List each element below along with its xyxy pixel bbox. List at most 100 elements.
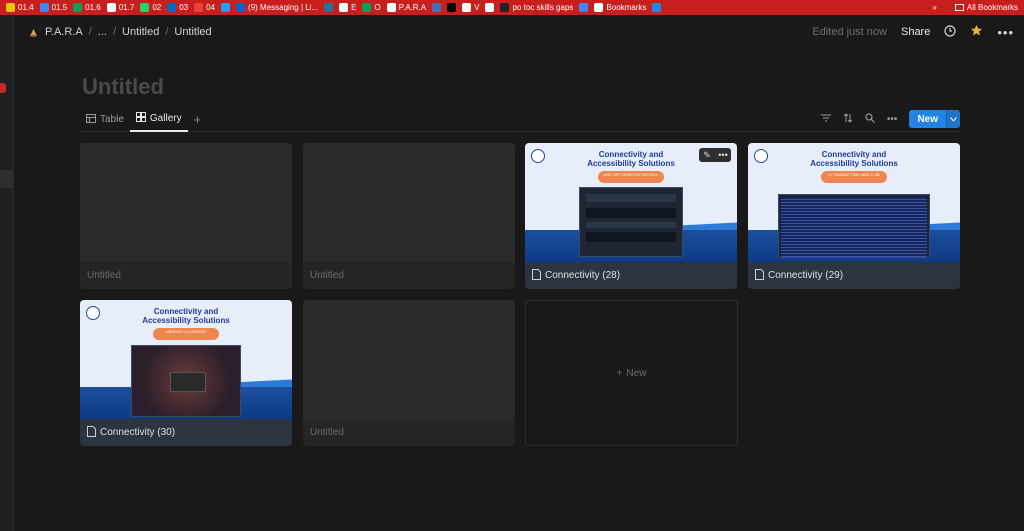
bookmark-item[interactable] xyxy=(652,3,662,12)
card-cover-empty xyxy=(303,143,515,262)
card-cover-empty xyxy=(303,300,515,419)
bookmark-item[interactable] xyxy=(221,3,231,12)
new-card-button[interactable]: + New xyxy=(525,300,738,446)
page-topbar: P.A.R.A / ... / Untitled / Untitled Edit… xyxy=(14,15,1024,49)
bookmark-item[interactable] xyxy=(432,3,442,12)
all-bookmarks-button[interactable]: All Bookmarks xyxy=(954,3,1018,12)
bookmarks-bar: 01.4 01.5 01.6 01.7 02 03 04 (9) Messaging | Li… xyxy=(0,0,1024,15)
view-tools: ••• New xyxy=(820,108,960,130)
bookmark-item[interactable]: 01.6 xyxy=(73,3,101,12)
edit-pencil-icon[interactable]: ✎ xyxy=(699,148,715,162)
bookmark-favicon-icon xyxy=(236,3,246,12)
breadcrumb: P.A.R.A / ... / Untitled / Untitled xyxy=(28,26,212,38)
gallery-card[interactable]: Untitled xyxy=(303,143,515,289)
card-caption: Connectivity (30) xyxy=(80,419,292,446)
card-caption: Connectivity (28) xyxy=(525,262,737,289)
bookmark-favicon-icon xyxy=(594,3,604,12)
tab-table[interactable]: Table xyxy=(80,108,130,132)
sort-icon[interactable] xyxy=(843,112,853,126)
bookmark-item[interactable]: 01.4 xyxy=(6,3,34,12)
page-icon xyxy=(532,268,541,283)
bookmark-item[interactable]: 01.5 xyxy=(39,3,67,12)
bookmark-item[interactable] xyxy=(447,3,457,12)
bookmark-favicon-icon xyxy=(432,3,442,12)
breadcrumb-workspace[interactable]: P.A.R.A xyxy=(45,26,83,38)
add-view-icon[interactable]: + xyxy=(188,112,208,127)
card-hover-tools: ✎ ••• xyxy=(699,148,731,162)
cover-screenshot xyxy=(579,187,683,257)
gallery-card[interactable]: Untitled xyxy=(80,143,292,289)
bookmark-favicon-icon xyxy=(6,3,15,12)
bookmark-item[interactable]: O xyxy=(362,3,381,12)
bookmark-item[interactable]: po toc skills gaps xyxy=(500,3,573,12)
bookmark-item[interactable]: 01.7 xyxy=(106,3,134,12)
filter-icon[interactable] xyxy=(820,114,831,125)
bookmark-favicon-icon xyxy=(73,3,83,12)
bookmark-favicon-icon xyxy=(39,3,49,12)
bookmark-favicon-icon xyxy=(339,3,349,12)
gallery-icon xyxy=(135,112,146,125)
bookmark-item[interactable]: 04 xyxy=(194,3,215,12)
sidebar-rail[interactable] xyxy=(0,15,14,531)
edited-status: Edited just now xyxy=(812,26,887,38)
bookmark-favicon-icon xyxy=(167,3,177,12)
bookmarks-right: » All Bookmarks xyxy=(932,0,1018,15)
topbar-actions: Edited just now Share ••• xyxy=(812,15,1014,49)
gallery-card[interactable]: Connectivity and Accessibility Solutions… xyxy=(525,143,737,289)
tab-gallery[interactable]: Gallery xyxy=(129,108,188,132)
cover-terminal-screenshot xyxy=(778,194,930,258)
bookmark-item[interactable]: 02 xyxy=(140,3,161,12)
view-more-icon[interactable]: ••• xyxy=(887,114,898,125)
card-caption: Connectivity (29) xyxy=(748,262,960,289)
breadcrumb-untitled-2[interactable]: Untitled xyxy=(174,26,211,38)
bookmark-item[interactable]: 03 xyxy=(167,3,188,12)
more-options-icon[interactable]: ••• xyxy=(997,25,1014,40)
bookmark-favicon-icon xyxy=(324,3,334,12)
gallery-card[interactable]: Connectivity and Accessibility Solutions… xyxy=(748,143,960,289)
bookmark-item[interactable]: E xyxy=(339,3,356,12)
bookmark-item[interactable] xyxy=(324,3,334,12)
bookmark-item[interactable] xyxy=(485,3,495,12)
cover-heading: Connectivity and Accessibility Solutions xyxy=(142,307,230,325)
sidebar-selected-item[interactable] xyxy=(0,170,13,188)
new-button[interactable]: New xyxy=(909,110,960,128)
page-icon xyxy=(755,268,764,283)
card-title: Connectivity (29) xyxy=(768,270,844,281)
bookmark-item[interactable] xyxy=(579,3,589,12)
page-icon xyxy=(87,425,96,440)
card-cover-image: Connectivity and Accessibility Solutions… xyxy=(80,300,292,419)
gallery-card[interactable]: Untitled xyxy=(303,300,515,446)
bookmark-favicon-icon xyxy=(500,3,510,12)
card-title: Untitled xyxy=(303,419,515,446)
bookmark-item[interactable]: Bookmarks xyxy=(594,3,646,12)
chevron-down-icon[interactable] xyxy=(946,110,960,128)
share-button[interactable]: Share xyxy=(901,26,930,38)
cover-pill: LI TOMASZ TIME AMD D 3B xyxy=(821,171,887,183)
bookmark-item[interactable]: V xyxy=(462,3,479,12)
bookmark-favicon-icon xyxy=(447,3,457,12)
card-more-icon[interactable]: ••• xyxy=(715,148,731,162)
card-title: Untitled xyxy=(80,262,292,289)
bookmark-favicon-icon xyxy=(362,3,372,12)
cover-pill: ASK GPT DESKTOP INSTALL xyxy=(598,171,664,183)
table-icon xyxy=(86,113,96,126)
breadcrumb-ellipsis[interactable]: ... xyxy=(98,26,107,38)
bookmark-item[interactable]: (9) Messaging | Li... xyxy=(236,3,318,12)
card-title: Connectivity (28) xyxy=(545,270,621,281)
bookmark-favicon-icon xyxy=(485,3,495,12)
bookmark-favicon-icon xyxy=(386,3,396,12)
bookmark-item[interactable]: P.A.R.A xyxy=(386,3,426,12)
workspace-icon xyxy=(28,27,39,38)
card-cover-image: Connectivity and Accessibility Solutions… xyxy=(525,143,737,262)
clock-icon[interactable] xyxy=(944,24,956,40)
bookmark-favicon-icon xyxy=(140,3,150,12)
page-title[interactable]: Untitled xyxy=(82,74,164,100)
gallery-card[interactable]: Connectivity and Accessibility Solutions… xyxy=(80,300,292,446)
card-cover-image: Connectivity and Accessibility Solutions… xyxy=(748,143,960,262)
cover-heading: Connectivity and Accessibility Solutions xyxy=(810,150,898,168)
breadcrumb-untitled-1[interactable]: Untitled xyxy=(122,26,159,38)
star-icon[interactable] xyxy=(970,24,983,40)
new-button-label[interactable]: New xyxy=(909,110,946,128)
search-icon[interactable] xyxy=(865,112,875,126)
bookmarks-overflow-button[interactable]: » xyxy=(932,3,936,12)
